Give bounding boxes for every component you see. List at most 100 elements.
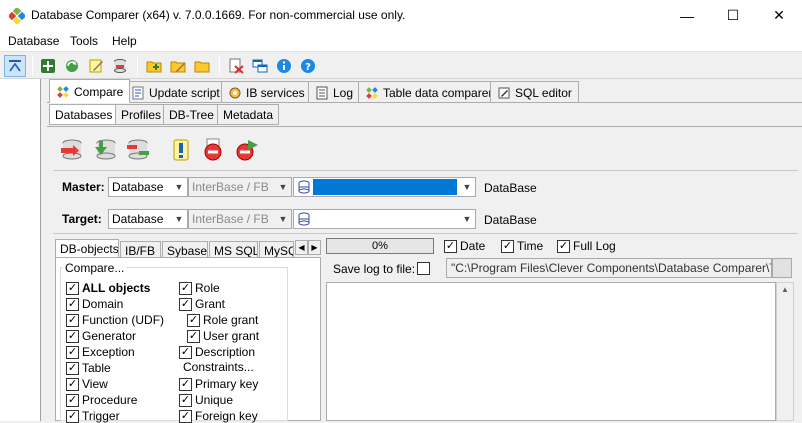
open-folder-button[interactable]: [191, 55, 213, 77]
tab-label: Log: [333, 85, 354, 100]
chevron-down-icon: ▼: [278, 214, 288, 224]
tab-table-data-comparer[interactable]: Table data comparer: [358, 81, 500, 103]
database-icon: [298, 180, 310, 194]
log-date-checkbox[interactable]: ✓ Date: [444, 239, 485, 253]
checkbox-label: View: [82, 377, 108, 391]
left-tree-pane[interactable]: [0, 79, 41, 421]
object-role-checkbox[interactable]: ✓ Role: [179, 281, 220, 295]
menu-tools[interactable]: Tools: [70, 34, 98, 48]
windows-icon: [252, 59, 268, 73]
checkbox-label: User grant: [203, 329, 260, 343]
menu-help[interactable]: Help: [112, 34, 137, 48]
checkbox-box: ✓: [66, 281, 79, 295]
constraint-unique-checkbox[interactable]: ✓ Unique: [179, 393, 233, 407]
select-value: InterBase / FB: [192, 212, 269, 226]
tabs-scroll-right-button[interactable]: ▶: [308, 240, 321, 255]
master-server-type-select[interactable]: InterBase / FB ▼: [188, 177, 292, 197]
tab-compare[interactable]: Compare: [49, 79, 131, 103]
services-icon: [229, 87, 241, 98]
tab-log[interactable]: Log: [308, 81, 361, 103]
browse-log-path-button[interactable]: [772, 258, 792, 278]
add-database-button[interactable]: [37, 55, 59, 77]
object-table-checkbox[interactable]: ✓ Table: [66, 361, 111, 375]
object-exception-checkbox[interactable]: ✓ Exception: [66, 345, 135, 359]
checkbox-box: ✓: [557, 239, 570, 253]
checkbox-label: Grant: [195, 297, 226, 311]
menu-database[interactable]: Database: [8, 34, 59, 48]
select-value: [313, 179, 457, 195]
object-role-grant-checkbox[interactable]: ✓ Role grant: [187, 313, 258, 327]
run-icon: [236, 140, 258, 161]
checkbox-label: Exception: [82, 345, 135, 359]
object-grant-checkbox[interactable]: ✓ Grant: [179, 297, 225, 311]
delete-button[interactable]: [225, 55, 247, 77]
log-full-checkbox[interactable]: ✓ Full Log: [557, 239, 616, 253]
folder-add-icon: [146, 61, 162, 73]
subtab-databases[interactable]: Databases: [49, 104, 119, 125]
add-folder-button[interactable]: [143, 55, 165, 77]
checkbox-label: Generator: [82, 329, 137, 343]
master-database-path-select[interactable]: ▼: [293, 177, 476, 197]
save-log-checkbox[interactable]: [417, 262, 430, 275]
stop-button[interactable]: [199, 136, 227, 164]
checkbox-box: ✓: [179, 281, 192, 295]
db-compare-icon: [61, 139, 82, 160]
object-view-checkbox[interactable]: ✓ View: [66, 377, 108, 391]
subtab-db-tree[interactable]: DB-Tree: [163, 104, 220, 125]
save-log-path-input[interactable]: "C:\Program Files\Clever Components\Data…: [446, 258, 772, 278]
compare-databases-button[interactable]: [58, 136, 86, 164]
checkbox-label: ALL objects: [82, 281, 151, 295]
sync-databases-button[interactable]: [124, 136, 152, 164]
log-icon: [316, 86, 328, 99]
tab-update-script[interactable]: Update script: [124, 81, 227, 103]
log-output-area[interactable]: [326, 282, 776, 421]
help-icon: ?: [301, 59, 315, 73]
help-button[interactable]: ?: [297, 55, 319, 77]
sql-editor-icon: [498, 87, 510, 98]
object-all-objects-checkbox[interactable]: ✓ ALL objects: [66, 281, 150, 295]
object-generator-checkbox[interactable]: ✓ Generator: [66, 329, 136, 343]
checkbox-label: Full Log: [573, 239, 616, 253]
checkbox-label: Role: [195, 281, 220, 295]
subtab-profiles[interactable]: Profiles: [115, 104, 168, 125]
log-time-checkbox[interactable]: ✓ Time: [501, 239, 543, 253]
target-db-type-select[interactable]: Database ▼: [108, 209, 188, 229]
object-procedure-checkbox[interactable]: ✓ Procedure: [66, 393, 137, 407]
target-database-path-select[interactable]: ▼: [293, 209, 476, 229]
tab-sql-editor[interactable]: SQL editor: [490, 81, 579, 103]
subtab-metadata[interactable]: Metadata: [217, 104, 280, 125]
maximize-button[interactable]: ☐: [710, 0, 756, 31]
refresh-database-button[interactable]: [61, 55, 83, 77]
tab-db-objects[interactable]: DB-objects: [55, 239, 119, 257]
update-target-button[interactable]: [90, 136, 118, 164]
windows-button[interactable]: [249, 55, 271, 77]
tab-label: Update script: [149, 85, 220, 100]
info-button[interactable]: [273, 55, 295, 77]
execute-button[interactable]: [233, 136, 261, 164]
checkbox-label: Procedure: [82, 393, 138, 407]
collapse-pane-button[interactable]: [4, 55, 26, 77]
constraint-primary-key-checkbox[interactable]: ✓ Primary key: [179, 377, 258, 391]
checkbox-box: ✓: [66, 329, 79, 343]
object-user-grant-checkbox[interactable]: ✓ User grant: [187, 329, 259, 343]
object-domain-checkbox[interactable]: ✓ Domain: [66, 297, 123, 311]
minimize-button[interactable]: —: [664, 0, 710, 31]
delete-database-button[interactable]: [109, 55, 131, 77]
master-db-type-select[interactable]: Database ▼: [108, 177, 188, 197]
tab-ib-services[interactable]: IB services: [221, 81, 312, 103]
close-button[interactable]: ✕: [756, 0, 802, 31]
chevron-down-icon: ▼: [174, 182, 184, 192]
object-description-checkbox[interactable]: ✓ Description: [179, 345, 255, 359]
target-server-type-select[interactable]: InterBase / FB ▼: [188, 209, 292, 229]
chevron-down-icon: ▼: [462, 182, 472, 192]
log-vertical-scrollbar[interactable]: ▲: [776, 282, 794, 421]
warning-button[interactable]: [167, 136, 195, 164]
edit-database-button[interactable]: [85, 55, 107, 77]
tabs-scroll-left-button[interactable]: ◀: [295, 240, 308, 255]
checkbox-box: ✓: [66, 297, 79, 311]
tab-label: Table data comparer: [383, 85, 493, 100]
edit-folder-button[interactable]: [167, 55, 189, 77]
object-function-udf-checkbox[interactable]: ✓ Function (UDF): [66, 313, 164, 327]
db-sync-icon: [127, 139, 149, 160]
checkbox-box: ✓: [66, 361, 79, 375]
